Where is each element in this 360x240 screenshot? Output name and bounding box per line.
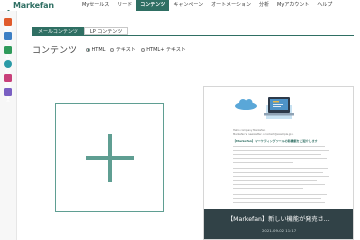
content-tabs: メールコンテンツ LP コンテンツ: [32, 27, 129, 35]
main-nav: Myセールス リード コンテンツ キャンペーン オートメーション 分析 Myアカ…: [78, 0, 336, 11]
image-icon[interactable]: [4, 74, 12, 88]
radio-html-text-label: HTML+ テキスト: [146, 47, 186, 53]
nav-item-automation[interactable]: オートメーション: [207, 0, 255, 11]
preview-body-line: [233, 146, 325, 147]
nav-item-help[interactable]: ヘルプ: [313, 0, 336, 11]
form-icon[interactable]: [4, 46, 12, 59]
logo-mark-icon: [5, 2, 12, 17]
format-radio-group: HTML テキスト HTML+ テキスト: [86, 46, 186, 53]
nav-item-leads[interactable]: リード: [113, 0, 136, 11]
radio-html-label: HTML: [91, 46, 106, 53]
preview-overlay-title: 【Markefan】新しい機能が発売さ...: [227, 216, 330, 223]
add-content-button[interactable]: [55, 103, 164, 212]
brand-logo[interactable]: Markefan: [5, 1, 54, 17]
radio-text-dot[interactable]: [110, 47, 115, 52]
nav-item-contents[interactable]: コンテンツ: [136, 0, 170, 11]
brand-name: Markefan: [13, 1, 54, 10]
radio-html[interactable]: HTML: [86, 47, 105, 53]
preview-body-line: [233, 202, 325, 203]
nav-item-analytics[interactable]: 分析: [255, 0, 273, 11]
radio-text[interactable]: テキスト: [110, 46, 136, 53]
preview-body-line: [233, 198, 321, 199]
tab-underline: [32, 35, 354, 36]
preview-meta-line-2: Markefan's newsletter <contact@example.j…: [233, 133, 294, 136]
preview-body-line: [233, 154, 321, 155]
radio-text-label: テキスト: [115, 47, 136, 53]
preview-body-line: [233, 184, 325, 185]
preview-title-overlay: 【Markefan】新しい機能が発売さ... 2021-09-02 11:17: [204, 209, 353, 239]
preview-meta-line-1: Hello company Markefan: [233, 129, 266, 132]
nav-item-my-account[interactable]: Myアカウント: [273, 0, 313, 11]
tab-lp-content[interactable]: LP コンテンツ: [83, 27, 129, 35]
left-sidebar: [0, 11, 17, 240]
section-heading: コンテンツ: [32, 46, 78, 56]
preview-body-line: [233, 150, 329, 151]
preview-body-line: [233, 176, 329, 177]
preview-body-line: [233, 188, 303, 189]
nav-item-my-sales[interactable]: Myセールス: [78, 0, 113, 11]
preview-body-line: [233, 180, 317, 181]
hero-illustration: [260, 93, 298, 121]
preview-body-line: [233, 172, 323, 173]
preview-body-line: [233, 158, 327, 159]
document-icon[interactable]: [4, 32, 12, 46]
cloud-icon: [234, 95, 258, 110]
tab-mail-content[interactable]: メールコンテンツ: [32, 27, 84, 35]
preview-headline: 【Markefan】マーケティングツールの新機能をご紹介します: [233, 139, 318, 143]
preview-body-line: [233, 162, 293, 163]
template-preview-card[interactable]: Hello company Markefan Markefan's newsle…: [203, 86, 354, 240]
globe-icon[interactable]: [4, 60, 12, 74]
radio-html-dot[interactable]: [86, 47, 90, 52]
preview-body-line: [233, 194, 327, 195]
radio-html-text-dot[interactable]: [140, 47, 145, 52]
radio-html-text[interactable]: HTML+ テキスト: [140, 46, 186, 53]
nav-item-campaigns[interactable]: キャンペーン: [169, 0, 207, 11]
preview-overlay-date: 2021-09-02 11:17: [262, 228, 297, 233]
user-icon[interactable]: [4, 88, 12, 102]
mail-icon[interactable]: [4, 18, 12, 32]
top-bar: Markefan Myセールス リード コンテンツ キャンペーン オートメーショ…: [0, 0, 360, 17]
preview-body-line: [233, 168, 328, 169]
